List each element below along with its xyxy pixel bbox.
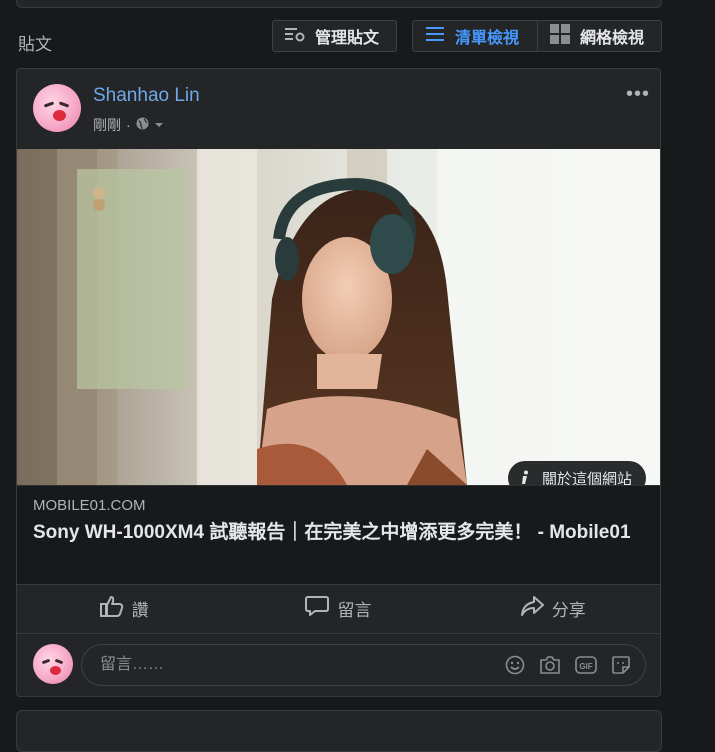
globe-icon[interactable] bbox=[136, 117, 149, 133]
grid-view-label: 網格檢視 bbox=[580, 30, 645, 47]
link-preview-meta[interactable]: MOBILE01.COM Sony WH-1000XM4 試聽報告｜在完美之中增… bbox=[17, 485, 660, 585]
share-label: 分享 bbox=[551, 600, 586, 620]
section-title: 貼文 bbox=[18, 35, 52, 54]
emoji-icon[interactable] bbox=[505, 655, 525, 675]
post-actions: 讚 留言 分享 bbox=[17, 583, 660, 634]
svg-text:GIF: GIF bbox=[579, 662, 592, 671]
meta-separator: · bbox=[126, 117, 131, 133]
more-options-button[interactable]: ••• bbox=[626, 83, 650, 106]
post-meta: 剛剛 · bbox=[93, 115, 164, 135]
author-avatar[interactable] bbox=[33, 84, 81, 132]
manage-posts-label: 管理貼文 bbox=[315, 30, 380, 47]
like-button[interactable]: 讚 bbox=[17, 583, 231, 633]
about-website-label: 關於這個網站 bbox=[541, 470, 632, 486]
author-name[interactable]: Shanhao Lin bbox=[93, 85, 200, 107]
list-view-button[interactable]: 清單檢視 bbox=[412, 20, 538, 52]
comment-icon bbox=[305, 595, 330, 622]
comment-box[interactable]: GIF bbox=[81, 644, 646, 686]
manage-posts-button[interactable]: 管理貼文 bbox=[272, 20, 397, 52]
link-headline[interactable]: Sony WH-1000XM4 試聽報告｜在完美之中增添更多完美！ - Mobi… bbox=[33, 520, 633, 545]
list-icon bbox=[425, 26, 445, 47]
comment-label: 留言 bbox=[337, 600, 372, 620]
camera-icon[interactable] bbox=[539, 655, 561, 675]
post-time[interactable]: 剛剛 bbox=[93, 115, 121, 135]
about-website-button[interactable]: 關於這個網站 bbox=[507, 461, 646, 486]
list-view-label: 清單檢視 bbox=[455, 30, 520, 47]
info-icon bbox=[520, 470, 530, 485]
like-label: 讚 bbox=[131, 600, 149, 620]
thumbs-up-icon bbox=[99, 595, 124, 622]
link-preview-image[interactable]: 關於這個網站 bbox=[17, 149, 660, 485]
audience-chevron-icon[interactable] bbox=[154, 117, 164, 133]
sticker-icon[interactable] bbox=[611, 655, 631, 675]
comment-composer: GIF bbox=[17, 634, 660, 696]
manage-icon bbox=[285, 26, 305, 47]
link-domain: MOBILE01.COM bbox=[33, 497, 146, 514]
commenter-avatar[interactable] bbox=[33, 644, 73, 684]
comment-tools: GIF bbox=[505, 655, 631, 675]
comment-button[interactable]: 留言 bbox=[231, 583, 445, 633]
gif-icon[interactable]: GIF bbox=[575, 655, 597, 675]
grid-icon bbox=[550, 23, 570, 49]
share-button[interactable]: 分享 bbox=[446, 583, 660, 633]
share-icon bbox=[520, 595, 544, 622]
next-card bbox=[16, 710, 662, 752]
comment-input[interactable] bbox=[98, 655, 505, 675]
grid-view-button[interactable]: 網格檢視 bbox=[537, 20, 662, 52]
post-card: Shanhao Lin 剛剛 · ••• 關於這個網站 MOBILE01.COM… bbox=[16, 68, 661, 697]
previous-card bbox=[16, 0, 662, 8]
